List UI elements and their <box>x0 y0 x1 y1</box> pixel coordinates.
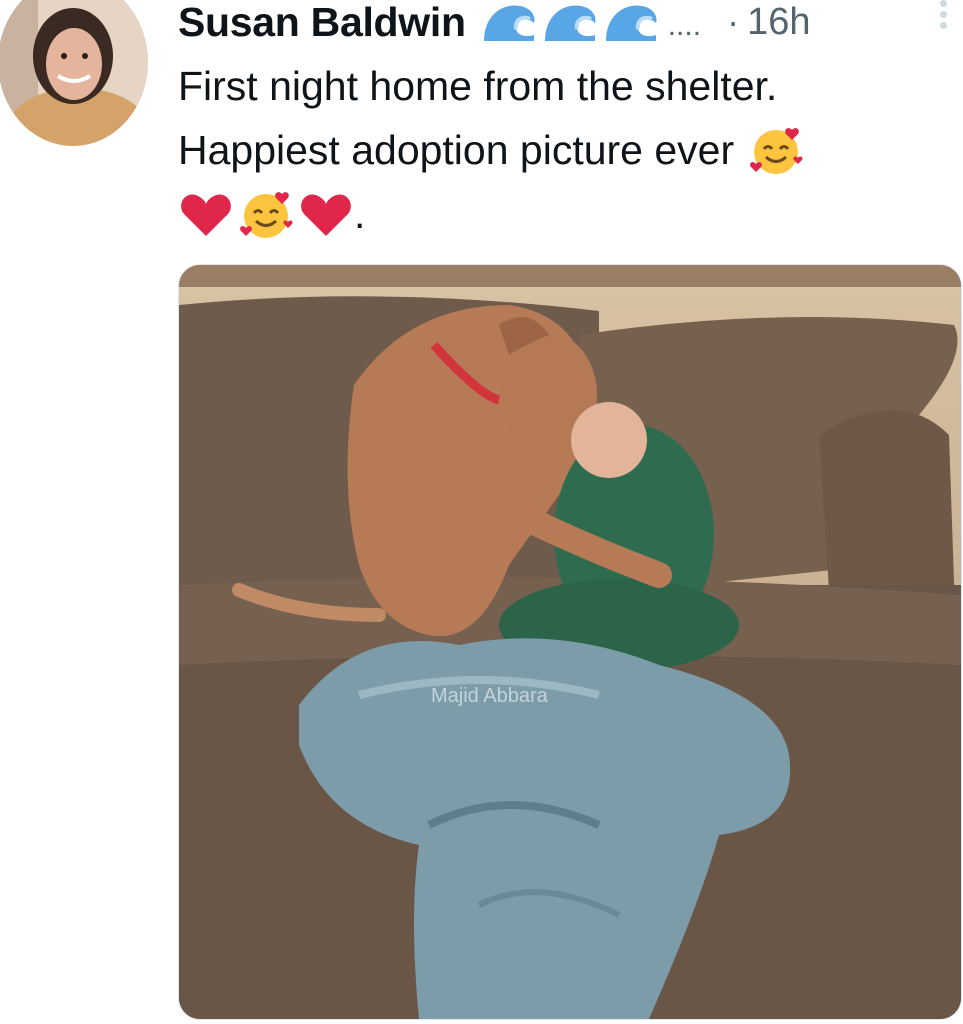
smiling-face-with-hearts-icon <box>240 192 293 238</box>
wave-icon <box>605 5 657 41</box>
name-truncation: .... <box>667 9 702 42</box>
photo-dog-hugging-child <box>179 265 961 1019</box>
smiling-face-with-hearts-icon <box>750 128 803 174</box>
separator-dot: · <box>727 1 740 42</box>
more-options-icon[interactable] <box>937 0 949 34</box>
wave-icon <box>544 5 596 41</box>
author-avatar[interactable] <box>0 0 148 146</box>
tweet-text-line: . <box>178 182 948 246</box>
tweet-text-end: . <box>354 191 366 237</box>
tweet-text-line: First night home from the shelter. <box>178 54 948 118</box>
author-name[interactable]: Susan Baldwin <box>178 0 466 46</box>
tweet-header: Susan Baldwin .... · 16h <box>178 0 958 46</box>
tweet-text-line: Happiest adoption picture ever <box>178 118 948 182</box>
tweet-text-line-2: Happiest adoption picture ever <box>178 127 735 173</box>
tweet-text: First night home from the shelter. Happi… <box>178 54 948 246</box>
name-emoji-group <box>480 0 660 45</box>
red-heart-icon <box>301 194 351 236</box>
photo-watermark: Majid Abbara <box>431 685 548 707</box>
red-heart-icon <box>181 194 231 236</box>
timestamp[interactable]: 16h <box>747 1 810 44</box>
tweet-media-photo[interactable]: Majid Abbara <box>178 264 962 1020</box>
wave-icon <box>483 5 535 41</box>
tweet-text-line-1: First night home from the shelter. <box>178 63 778 109</box>
avatar-photo <box>0 0 148 146</box>
